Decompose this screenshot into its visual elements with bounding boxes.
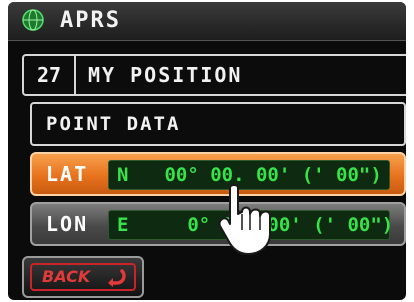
back-arrow-icon [108,269,126,287]
back-button-frame: BACK [30,263,136,291]
longitude-label: LON [46,212,89,236]
menu-label: MY POSITION [88,63,243,87]
menu-number: 27 [24,56,76,94]
latitude-label: LAT [46,162,89,186]
back-button-label: BACK [42,267,91,286]
my-position-row[interactable]: 27 MY POSITION [22,54,406,96]
back-button[interactable]: BACK [22,256,144,298]
radio-screen: APRS 27 MY POSITION POINT DATA LAT N 00°… [8,2,406,300]
touch-hand-icon [218,184,271,255]
point-data-row[interactable]: POINT DATA [30,102,406,146]
latitude-hemisphere: N [117,164,129,186]
aprs-globe-icon [22,9,44,31]
longitude-hemisphere: E [117,214,129,236]
screen-title: APRS [60,8,121,33]
title-bar: APRS [8,2,406,41]
point-data-label: POINT DATA [46,113,181,135]
